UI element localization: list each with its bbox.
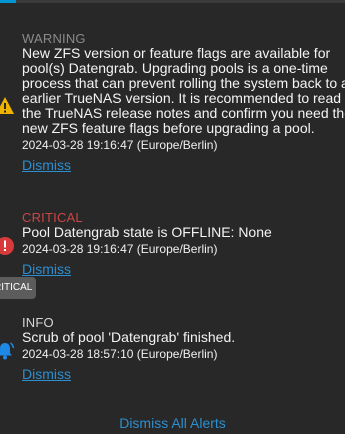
warning-triangle-icon [0,96,15,116]
alert-message-line: Scrub of pool 'Datengrab' finished. [22,329,236,345]
alert-message-line: New ZFS version or feature flags are ava… [22,45,331,61]
panel-top-border [0,0,345,3]
alert-critical-body: CRITICAL Pool Datengrab state is OFFLINE… [22,211,345,278]
dismiss-link[interactable]: Dismiss [22,156,345,174]
dismiss-all-alerts-link[interactable]: Dismiss All Alerts [0,415,345,431]
alert-message-line: new ZFS feature flags before upgrading a… [22,120,315,136]
alert-timestamp: 2024-03-28 19:16:47 (Europe/Berlin) [22,242,218,256]
alert-message-line: process that can prevent rolling the sys… [22,75,345,91]
level-tooltip: RITICAL [0,277,36,299]
bell-icon [0,341,15,361]
alert-message-line: earlier TrueNAS version. It is recommend… [22,90,342,106]
tooltip-text: RITICAL [0,282,33,293]
alert-message-line: Pool Datengrab state is OFFLINE: None [22,224,272,240]
dismiss-link[interactable]: Dismiss [22,260,345,278]
alert-level-label: CRITICAL [22,210,83,225]
alert-warning-body: WARNING New ZFS version or feature flags… [22,32,345,174]
alert-message-line: pool(s) Datengrab. Upgrading pools is a … [22,60,328,76]
alert-level-label: INFO [22,315,54,330]
alert-timestamp: 2024-03-28 19:16:47 (Europe/Berlin) [22,138,218,152]
alert-timestamp: 2024-03-28 18:57:10 (Europe/Berlin) [22,347,218,361]
panel-top-accent [0,0,16,3]
error-circle-icon [0,236,15,256]
alert-info-body: INFO Scrub of pool 'Datengrab' finished.… [22,316,345,383]
alert-level-label: WARNING [22,31,86,46]
alert-message-line: the TrueNAS release notes and confirm yo… [22,105,345,121]
dismiss-link[interactable]: Dismiss [22,365,345,383]
